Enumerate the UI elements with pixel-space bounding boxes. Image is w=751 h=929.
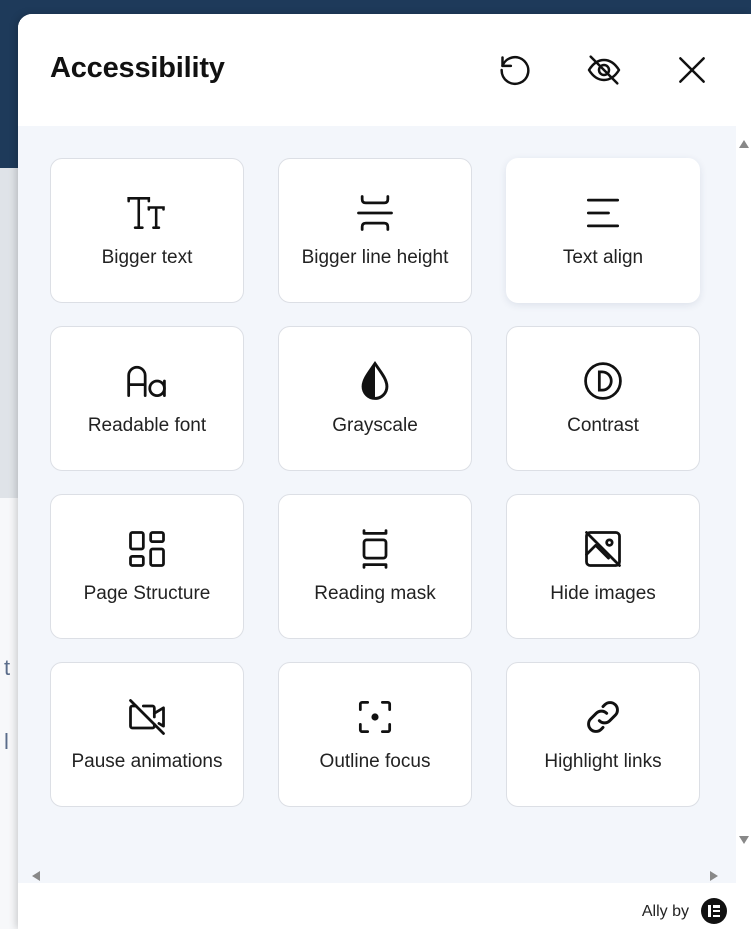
page-text-fragment: l (4, 729, 9, 754)
page-structure-tile[interactable]: Page Structure (50, 494, 244, 639)
horizontal-scrollbar[interactable] (18, 866, 736, 883)
close-button[interactable] (670, 48, 714, 92)
reset-button[interactable] (493, 48, 537, 92)
text-align-tile[interactable]: Text align (506, 158, 700, 303)
reading-mask-tile[interactable]: Reading mask (278, 494, 472, 639)
reading-mask-icon (362, 529, 388, 569)
tile-label: Bigger text (101, 247, 193, 268)
hide-widget-button[interactable] (582, 48, 626, 92)
tile-label: Hide images (550, 583, 656, 604)
droplet-half-icon (361, 360, 389, 400)
page-background-dark (0, 20, 20, 168)
image-off-icon (585, 531, 621, 567)
video-off-icon (129, 699, 165, 735)
credit-text: Ally by (641, 903, 689, 920)
readable-font-tile[interactable]: Readable font (50, 326, 244, 471)
contrast-icon (584, 362, 622, 400)
font-icon (127, 365, 166, 398)
page-background-white (0, 498, 20, 929)
scroll-right-icon[interactable] (710, 871, 718, 881)
contrast-tile[interactable]: Contrast (506, 326, 700, 471)
panel-footer: Ally by (18, 883, 751, 929)
elementor-logo-icon[interactable] (701, 898, 727, 924)
scroll-down-icon[interactable] (739, 836, 749, 844)
line-height-icon (357, 195, 393, 231)
tile-label: Outline focus (319, 751, 431, 772)
align-left-icon (586, 198, 620, 228)
vertical-scrollbar[interactable] (736, 126, 751, 866)
tile-label: Text align (562, 247, 644, 268)
reset-icon (500, 55, 530, 86)
close-icon (679, 57, 705, 83)
tile-label: Highlight links (544, 751, 662, 772)
link-icon (587, 701, 619, 733)
text-size-icon (127, 197, 165, 229)
bigger-line-height-tile[interactable]: Bigger line height (278, 158, 472, 303)
page-background-light (0, 168, 20, 498)
focus-icon (358, 700, 392, 734)
bigger-text-tile[interactable]: Bigger text (50, 158, 244, 303)
accessibility-panel: Accessibility Bigger text Bigger line he… (18, 14, 751, 929)
panel-header: Accessibility (18, 14, 751, 126)
pause-animations-tile[interactable]: Pause animations (50, 662, 244, 807)
tile-label: Reading mask (314, 583, 436, 604)
page-text-fragment: t (4, 655, 11, 680)
tile-label: Pause animations (71, 751, 223, 772)
options-grid: Bigger text Bigger line height Text alig… (18, 126, 736, 866)
tile-label: Contrast (567, 415, 639, 436)
eye-off-icon (587, 55, 621, 85)
tile-label: Grayscale (332, 415, 418, 436)
hide-images-tile[interactable]: Hide images (506, 494, 700, 639)
tile-label: Page Structure (83, 583, 211, 604)
tile-label: Readable font (87, 415, 207, 436)
tile-label: Bigger line height (301, 247, 449, 268)
highlight-links-tile[interactable]: Highlight links (506, 662, 700, 807)
grayscale-tile[interactable]: Grayscale (278, 326, 472, 471)
scroll-left-icon[interactable] (32, 871, 40, 881)
layout-icon (129, 531, 165, 567)
outline-focus-tile[interactable]: Outline focus (278, 662, 472, 807)
panel-title: Accessibility (50, 52, 225, 84)
scroll-up-icon[interactable] (739, 140, 749, 148)
